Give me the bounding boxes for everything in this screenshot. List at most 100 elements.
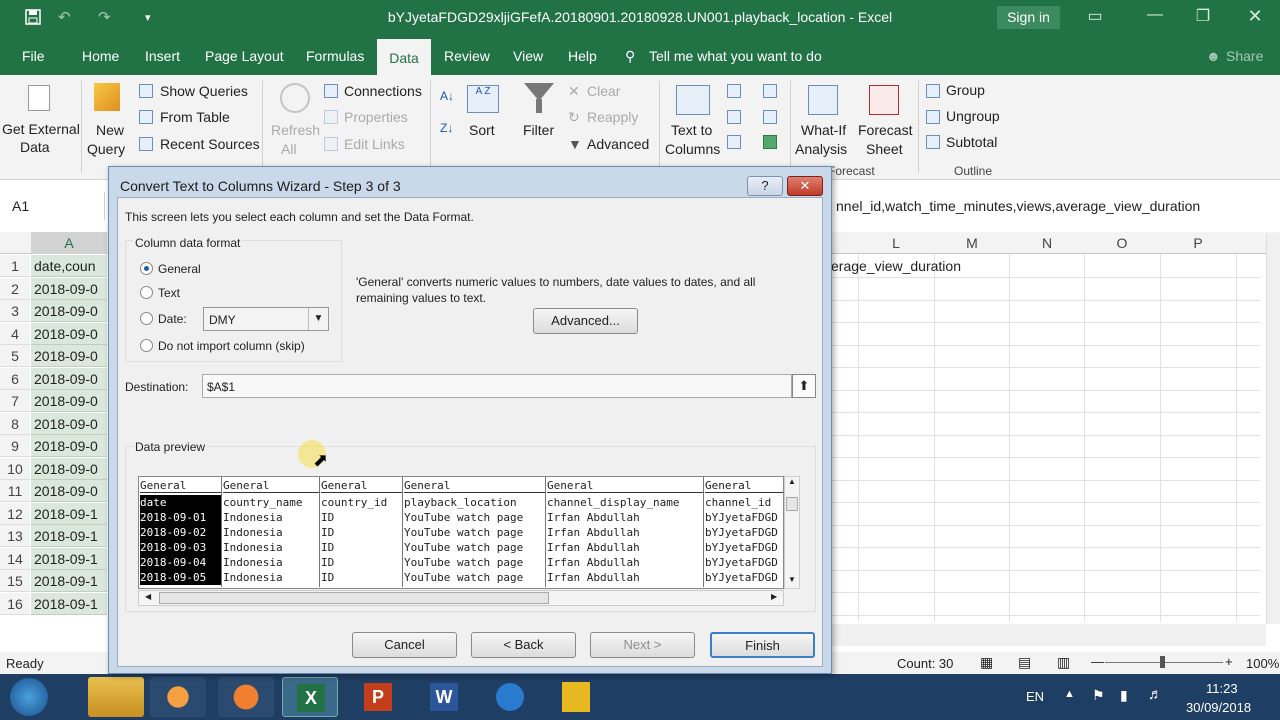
cell-a[interactable]: 2018-09-0 xyxy=(31,457,107,480)
clock-time[interactable]: 11:23 xyxy=(1206,681,1238,696)
preview-column-header[interactable]: General xyxy=(547,478,704,493)
preview-column[interactable]: General date 2018-09-01 2018-09-02 2018-09-0… xyxy=(139,477,221,587)
subtotal-button[interactable]: Subtotal xyxy=(946,134,997,150)
column-header-o[interactable]: O xyxy=(1084,235,1160,251)
recent-sources-button[interactable]: Recent Sources xyxy=(160,136,260,152)
restore-icon[interactable]: ❐ xyxy=(1188,6,1218,30)
horizontal-scrollbar[interactable] xyxy=(831,624,1266,646)
new-query-button[interactable]: New xyxy=(96,122,124,138)
row-header[interactable]: 11 xyxy=(0,480,30,502)
row-header[interactable]: 7 xyxy=(0,390,30,412)
refresh-all-button[interactable]: Refresh xyxy=(271,122,320,138)
sort-az-icon[interactable]: A↓ xyxy=(440,89,454,103)
row-header[interactable]: 12 xyxy=(0,502,30,525)
data-preview-table[interactable]: General date 2018-09-01 2018-09-02 2018-09-0… xyxy=(138,476,784,589)
cancel-button[interactable]: Cancel xyxy=(352,632,457,658)
name-box[interactable]: A1 xyxy=(0,192,105,220)
volume-icon[interactable]: ♬ xyxy=(1148,686,1163,703)
column-header-p[interactable]: P xyxy=(1160,235,1236,251)
cell-a[interactable]: 2018-09-1 xyxy=(31,502,107,525)
preview-column-header[interactable]: General xyxy=(140,478,221,493)
page-layout-view-icon[interactable]: ▤ xyxy=(1018,654,1031,671)
preview-scroll-thumb[interactable] xyxy=(786,497,798,511)
scroll-right-icon[interactable]: ▶ xyxy=(771,592,777,601)
zoom-level[interactable]: 100% xyxy=(1246,656,1279,671)
dialog-close-icon[interactable]: ✕ xyxy=(787,176,823,196)
column-header-a[interactable]: A xyxy=(31,232,107,254)
filter-button[interactable]: Filter xyxy=(523,122,554,138)
ungroup-button[interactable]: Ungroup xyxy=(946,108,1000,124)
advanced-button[interactable]: Advanced... xyxy=(533,308,638,334)
what-if-analysis-button[interactable]: What-If xyxy=(801,122,846,138)
scroll-left-icon[interactable]: ◀ xyxy=(145,592,151,601)
cell-a[interactable]: 2018-09-0 xyxy=(31,300,107,322)
data-validation-icon[interactable] xyxy=(727,135,741,149)
scroll-down-icon[interactable]: ▼ xyxy=(788,575,796,584)
start-button-icon[interactable] xyxy=(10,678,48,716)
general-radio-label[interactable]: General xyxy=(158,262,201,276)
manage-data-model-icon[interactable] xyxy=(763,135,777,149)
row-header[interactable]: 10 xyxy=(0,457,30,480)
show-queries-button[interactable]: Show Queries xyxy=(160,83,248,99)
remove-duplicates-icon[interactable] xyxy=(727,110,741,124)
row-header[interactable]: 15 xyxy=(0,570,30,592)
text-to-columns-button[interactable]: Text to xyxy=(671,122,712,138)
zoom-out-icon[interactable]: — xyxy=(1091,654,1104,669)
clock-date[interactable]: 30/09/2018 xyxy=(1186,700,1251,715)
next-button[interactable]: Next > xyxy=(590,632,695,658)
minimize-icon[interactable]: — xyxy=(1140,6,1170,30)
preview-column[interactable]: General channel_id bYJyetaFDGD bYJyetaFDGD b… xyxy=(703,477,783,587)
ribbon-display-icon[interactable]: ▭ xyxy=(1080,6,1110,30)
scroll-up-icon[interactable]: ▲ xyxy=(788,477,796,486)
skip-radio[interactable] xyxy=(140,339,153,352)
skip-radio-label[interactable]: Do not import column (skip) xyxy=(158,339,305,353)
row-header[interactable]: 13 xyxy=(0,525,30,547)
share-button[interactable]: Share xyxy=(1226,48,1263,64)
cell-a[interactable]: 2018-09-0 xyxy=(31,412,107,435)
date-radio[interactable] xyxy=(140,312,153,325)
preview-horizontal-scrollbar[interactable]: ◀ ▶ xyxy=(138,590,784,606)
excel-icon[interactable]: X xyxy=(297,684,325,712)
formula-input[interactable]: nnel_id,watch_time_minutes,views,average… xyxy=(836,198,1200,214)
forecast-sheet-button[interactable]: Forecast xyxy=(858,122,912,138)
cell-a[interactable]: 2018-09-0 xyxy=(31,390,107,412)
collapse-dialog-icon[interactable]: ⬆ xyxy=(792,374,816,398)
sign-in-button[interactable]: Sign in xyxy=(997,6,1060,29)
text-radio[interactable] xyxy=(140,286,153,299)
flash-fill-icon[interactable] xyxy=(727,84,741,98)
reapply-button[interactable]: Reapply xyxy=(587,109,638,125)
tab-help[interactable]: Help xyxy=(568,48,597,64)
preview-column[interactable]: General country_name Indonesia Indonesia Ind… xyxy=(221,477,320,587)
powerpoint-icon[interactable]: P xyxy=(364,683,392,711)
row-header[interactable]: 8 xyxy=(0,412,30,435)
tab-formulas[interactable]: Formulas xyxy=(306,48,364,64)
row-header[interactable]: 3 xyxy=(0,300,30,322)
explorer-icon[interactable] xyxy=(88,677,144,717)
normal-view-icon[interactable]: ▦ xyxy=(980,654,993,671)
column-header-l[interactable]: L xyxy=(858,235,934,251)
cell-a[interactable]: 2018-09-1 xyxy=(31,592,107,615)
connections-button[interactable]: Connections xyxy=(344,83,422,99)
tab-review[interactable]: Review xyxy=(444,48,490,64)
row-header[interactable]: 14 xyxy=(0,547,30,570)
cell-a[interactable]: 2018-09-1 xyxy=(31,525,107,547)
preview-column-header[interactable]: General xyxy=(223,478,320,493)
cell-a[interactable]: 2018-09-0 xyxy=(31,277,107,300)
cell-a[interactable]: 2018-09-0 xyxy=(31,345,107,367)
row-header[interactable]: 9 xyxy=(0,435,30,457)
page-break-view-icon[interactable]: ▥ xyxy=(1057,654,1070,671)
chevron-down-icon[interactable]: ▼ xyxy=(308,308,328,330)
cell-a[interactable]: 2018-09-1 xyxy=(31,547,107,570)
text-radio-label[interactable]: Text xyxy=(158,286,180,300)
zoom-in-icon[interactable]: + xyxy=(1225,654,1233,669)
column-header-n[interactable]: N xyxy=(1009,235,1085,251)
sort-za-icon[interactable]: Z↓ xyxy=(440,121,453,135)
row-header[interactable]: 16 xyxy=(0,592,30,615)
help-button[interactable]: ? xyxy=(747,176,783,196)
preview-column[interactable]: General country_id ID ID ID ID ID xyxy=(319,477,403,587)
language-indicator[interactable]: EN xyxy=(1026,689,1044,704)
cell-a[interactable]: 2018-09-0 xyxy=(31,322,107,345)
preview-hscroll-thumb[interactable] xyxy=(159,592,549,604)
properties-button[interactable]: Properties xyxy=(344,109,408,125)
date-radio-label[interactable]: Date: xyxy=(158,312,187,326)
